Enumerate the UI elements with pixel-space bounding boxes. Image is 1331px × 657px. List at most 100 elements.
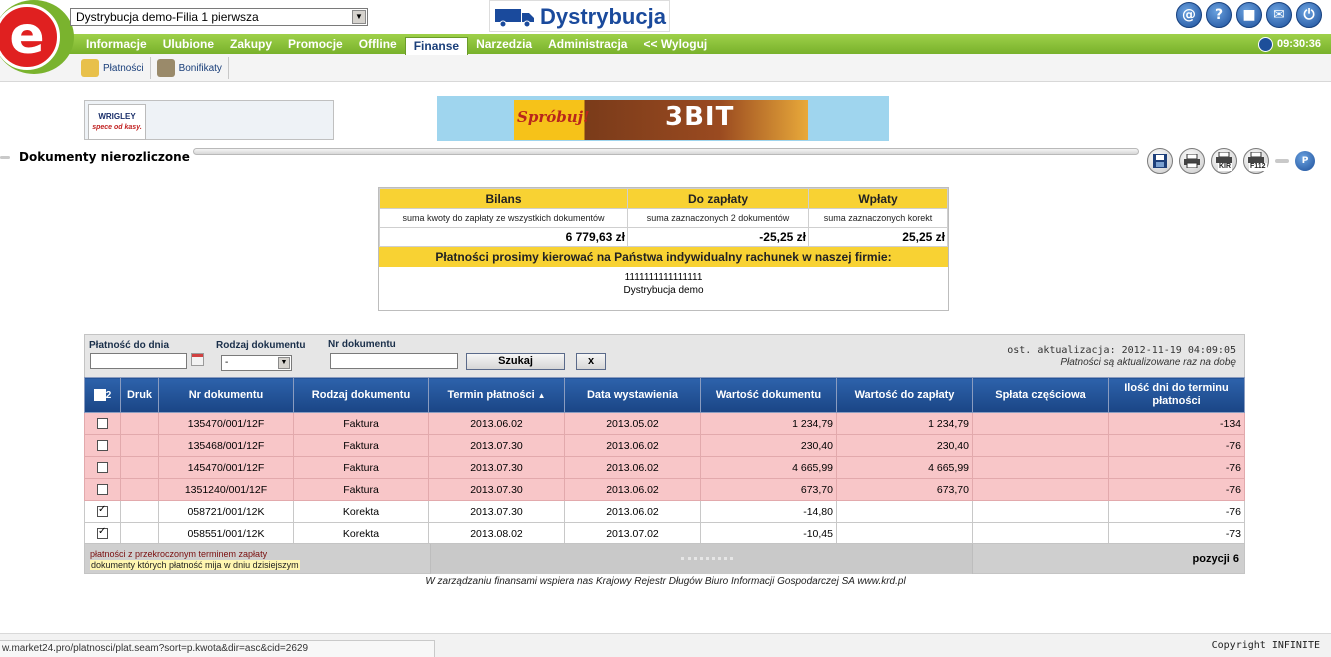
cell-druk [120, 434, 159, 457]
doc-type-select[interactable]: - ▼ [221, 355, 292, 371]
cell-nr: 058721/001/12K [158, 500, 294, 523]
calendar-icon[interactable] [191, 353, 204, 366]
cell-nr: 135470/001/12F [158, 412, 294, 435]
row-select-cell[interactable] [84, 522, 121, 545]
cell-druk [120, 412, 159, 435]
cell-data: 2013.06.02 [564, 434, 701, 457]
cell-data: 2013.06.02 [564, 500, 701, 523]
subnav-item-label: Bonifikaty [178, 62, 222, 74]
doc-type-label: Rodzaj dokumentu [216, 340, 306, 351]
search-button[interactable]: Szukaj [466, 353, 565, 370]
col-druk[interactable]: Druk [120, 377, 159, 413]
table-row[interactable]: 135468/001/12F Faktura 2013.07.30 2013.06.0… [84, 434, 1245, 457]
cell-do-zaplaty [836, 500, 973, 523]
page-title: Dokumenty nierozliczone [19, 150, 190, 164]
mail-icon[interactable]: ✉ [1266, 2, 1292, 28]
clear-button[interactable]: x [576, 353, 606, 370]
subnav-item-0[interactable]: Płatności [75, 57, 151, 79]
nav-item-offline[interactable]: Offline [351, 34, 405, 54]
branch-select[interactable]: Dystrybucja demo-Filia 1 pierwsza ▼ [70, 8, 368, 26]
p-icon[interactable]: P [1295, 151, 1315, 171]
col-wartosc-do-zaplaty[interactable]: Wartość do zapłaty [836, 377, 973, 413]
nav-item-ulubione[interactable]: Ulubione [155, 34, 222, 54]
chevron-down-icon[interactable]: ▼ [352, 10, 366, 24]
balance-summary: Bilans Do zapłaty Wpłaty suma kwoty do z… [378, 187, 949, 311]
wrigley-logo: WRIGLEY spece od kasy. [88, 104, 146, 140]
col-wartosc-dokumentu[interactable]: Wartość dokumentu [700, 377, 837, 413]
select-all-checkbox[interactable] [93, 388, 106, 401]
row-checkbox[interactable] [97, 484, 108, 496]
row-checkbox[interactable] [97, 504, 108, 518]
cell-data: 2013.07.02 [564, 522, 701, 545]
table-row[interactable]: 145470/001/12F Faktura 2013.07.30 2013.06.0… [84, 456, 1245, 479]
f112-badge: F112 [1249, 163, 1267, 171]
cell-do-zaplaty: 673,70 [836, 478, 973, 501]
row-checkbox[interactable] [97, 440, 108, 452]
summary-header-bilans: Bilans [379, 188, 628, 209]
cell-termin: 2013.08.02 [428, 522, 565, 545]
banner-wrigley[interactable]: WRIGLEY spece od kasy. [84, 100, 334, 140]
update-info: ost. aktualizacja: 2012-11-19 04:09:05 P… [1007, 344, 1236, 368]
top-icon-bar: @? ■ ✉ ⏻ [1176, 2, 1322, 30]
table-row[interactable]: 058721/001/12KKorekta2013.07.302013.06.0… [84, 500, 1245, 523]
row-checkbox[interactable] [97, 462, 108, 474]
power-icon[interactable]: ⏻ [1296, 2, 1322, 28]
table-row[interactable]: 135470/001/12F Faktura 2013.06.02 2013.05.0… [84, 412, 1245, 435]
contact-icon[interactable]: @ [1176, 2, 1202, 28]
table-row[interactable]: 1351240/001/12F Faktura 2013.07.30 2013.06.… [84, 478, 1245, 501]
nav-item-promocje[interactable]: Promocje [280, 34, 351, 54]
subnav-item-label: Płatności [103, 62, 144, 74]
banner-slogan: Spróbuj! [517, 108, 590, 126]
row-select-cell[interactable] [84, 434, 121, 457]
print-f112-icon[interactable]: F112 [1243, 148, 1269, 174]
row-checkbox[interactable] [97, 418, 108, 430]
select-all-header[interactable]: 2 [84, 377, 121, 413]
cell-druk [120, 522, 159, 545]
col-ilosc-dni[interactable]: Ilość dni do terminu płatności [1108, 377, 1245, 413]
cell-do-zaplaty [836, 522, 973, 545]
col-data-wystawienia[interactable]: Data wystawienia [564, 377, 701, 413]
col-splata-czesciowa[interactable]: Spłata częściowa [972, 377, 1109, 413]
row-checkbox[interactable] [97, 526, 108, 540]
cell-dni: -134 [1108, 412, 1245, 435]
payment-until-input[interactable] [90, 353, 187, 369]
col-termin-platnosci[interactable]: Termin płatności ▲ [428, 377, 565, 413]
cell-wartosc: 673,70 [700, 478, 837, 501]
nav-item-narzedzia[interactable]: Narzedzia [468, 34, 540, 54]
pager-dots [681, 557, 733, 560]
nav-item-administracja[interactable]: Administracja [540, 34, 635, 54]
clock-time: 09:30:36 [1277, 38, 1322, 50]
payment-message: Płatności prosimy kierować na Państwa in… [379, 247, 948, 267]
nav-item-finanse[interactable]: Finanse [404, 36, 469, 55]
row-select-cell[interactable] [84, 456, 121, 479]
documents-table: 2 Druk Nr dokumentu Rodzaj dokumentu Ter… [84, 377, 1245, 545]
account-number: 1111111111111111 [624, 272, 703, 283]
cell-termin: 2013.07.30 [428, 434, 565, 457]
account-info: 1111111111111111 Dystrybucja demo [379, 267, 948, 297]
row-select-cell[interactable] [84, 478, 121, 501]
row-select-cell[interactable] [84, 500, 121, 523]
nav-item-zakupy[interactable]: Zakupy [222, 34, 280, 54]
legend-today: dokumenty których płatność mija w dniu d… [90, 560, 300, 570]
brand-logo: Dystrybucja [489, 0, 670, 32]
notes-icon[interactable]: ■ [1236, 2, 1262, 28]
nav-item-wyloguj[interactable]: << Wyloguj [635, 34, 715, 54]
row-select-cell[interactable] [84, 412, 121, 435]
print-kir-icon[interactable]: KIR [1211, 148, 1237, 174]
print-icon[interactable] [1179, 148, 1205, 174]
chevron-down-icon[interactable]: ▼ [278, 357, 290, 369]
table-row[interactable]: 058551/001/12KKorekta2013.08.022013.07.0… [84, 522, 1245, 545]
summary-value-bilans: 6 779,63 zł [379, 227, 628, 247]
discount-icon [156, 59, 175, 77]
status-bar: w.market24.pro/platnosci/plat.seam?sort=… [0, 633, 1331, 657]
subnav-item-1[interactable]: Bonifikaty [151, 57, 229, 79]
save-icon[interactable] [1147, 148, 1173, 174]
cell-termin: 2013.06.02 [428, 412, 565, 435]
status-url: w.market24.pro/platnosci/plat.seam?sort=… [0, 640, 435, 657]
col-nr-dokumentu[interactable]: Nr dokumentu [158, 377, 294, 413]
banner-3bit[interactable]: Spróbuj! 3BIT [437, 96, 889, 141]
col-rodzaj-dokumentu[interactable]: Rodzaj dokumentu [293, 377, 429, 413]
nav-item-informacje[interactable]: Informacje [78, 34, 155, 54]
doc-number-input[interactable] [330, 353, 458, 369]
help-icon[interactable]: ? [1206, 2, 1232, 28]
